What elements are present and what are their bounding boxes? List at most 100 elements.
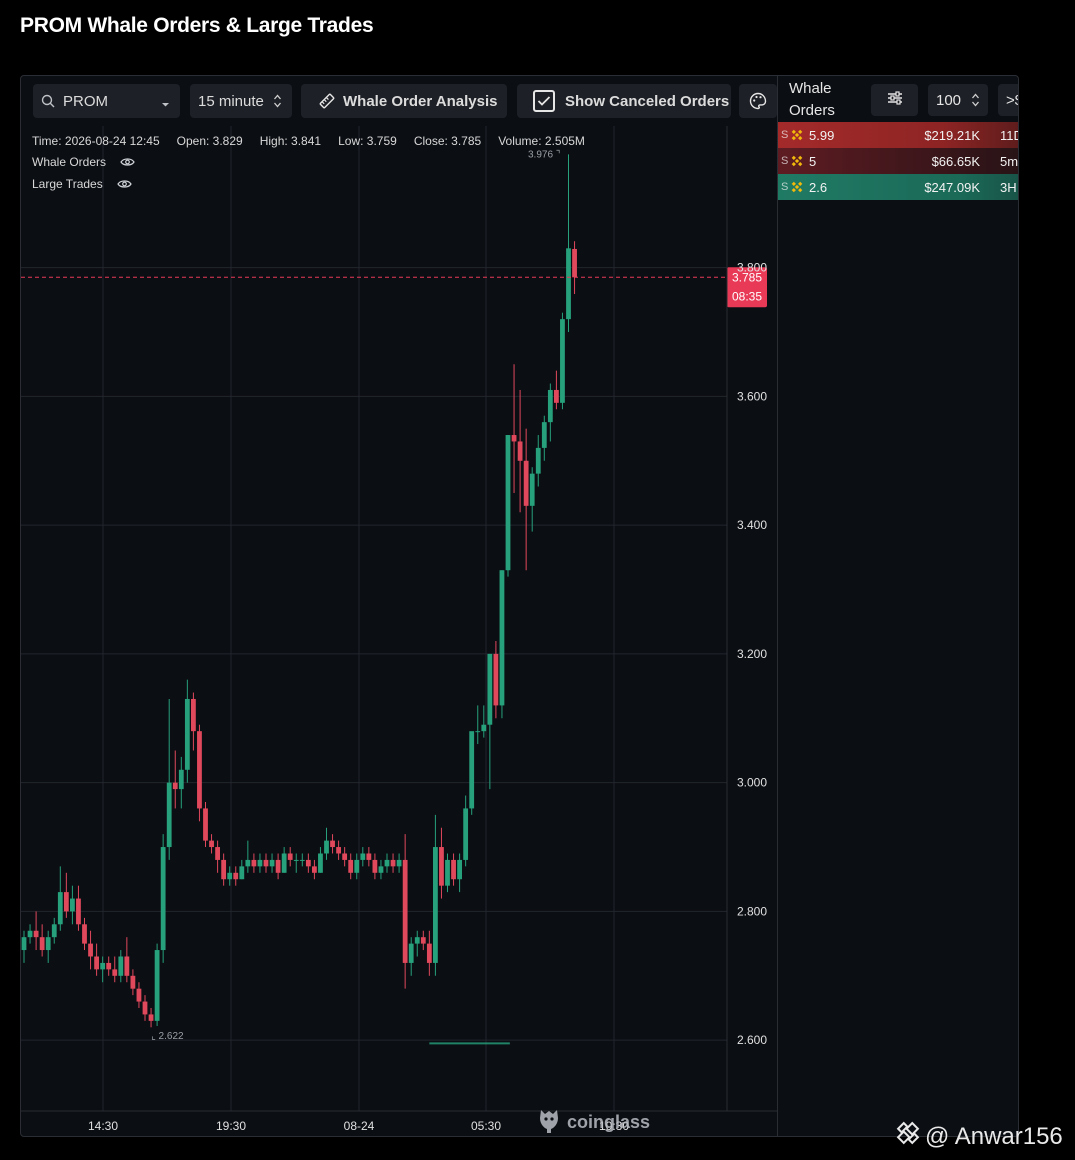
- filter-settings-button[interactable]: [871, 84, 918, 116]
- candle-body: [63, 892, 69, 912]
- legend-high: High: 3.841: [259, 134, 322, 148]
- x-tick-label: 19:30: [216, 1119, 246, 1133]
- candle-body: [342, 853, 348, 860]
- eye-icon[interactable]: [120, 157, 135, 167]
- candle-series: [21, 154, 577, 1028]
- x-tick-label: 05:30: [471, 1119, 501, 1133]
- y-tick-label: 2.600: [737, 1033, 767, 1047]
- candle-body: [142, 1001, 148, 1015]
- whale-order-analysis-button[interactable]: Whale Order Analysis: [301, 84, 507, 118]
- order-value: $219.21K: [924, 127, 980, 143]
- binance-square-icon: [895, 1120, 921, 1153]
- order-age: 3H 12m: [1000, 179, 1018, 195]
- candle-body: [426, 943, 432, 963]
- order-side: S: [781, 181, 789, 193]
- candle-body: [203, 808, 208, 841]
- candle-body: [21, 937, 27, 951]
- row-count-select[interactable]: 100: [928, 84, 988, 116]
- candlestick-chart[interactable]: 3.976 ⌝ ⌞ 2.622 3.785 08:35 3.800 3.600 3.400…: [21, 126, 777, 1137]
- binance-coin-icon: [790, 180, 804, 197]
- whale-order-row[interactable]: S 5 $66.65K 5m 58s: [778, 148, 1018, 174]
- candle-body: [487, 653, 493, 725]
- whale-order-row[interactable]: S 5.99 $219.21K 11D 20H: [778, 122, 1018, 148]
- legend-volume: Volume: 2.505M: [498, 134, 585, 148]
- price-annotations: 3.976 ⌝⌞ 2.6223.78508:35: [21, 149, 767, 1042]
- x-tick-label: 08-24: [344, 1119, 375, 1133]
- checkbox-checked-icon[interactable]: [533, 90, 555, 112]
- candle-body: [523, 460, 529, 506]
- layer-large-trades-label: Large Trades: [32, 177, 103, 191]
- candle-body: [184, 698, 190, 770]
- whale-order-row[interactable]: S 2.6 $247.09K 3H 12m: [778, 174, 1018, 200]
- candle-body: [384, 859, 390, 867]
- interval-value: 15 minute: [198, 92, 264, 110]
- candle-body: [221, 859, 227, 880]
- candle-body: [463, 808, 469, 860]
- candle-body: [541, 422, 547, 448]
- eye-icon[interactable]: [117, 179, 132, 189]
- candle-body: [566, 248, 571, 320]
- symbol-value: PROM: [63, 92, 108, 110]
- legend-close: Close: 3.785: [413, 134, 482, 148]
- candle-body: [318, 853, 323, 873]
- max-price-label: 3.976 ⌝: [528, 149, 561, 160]
- candle-body: [469, 731, 475, 809]
- theme-palette-button[interactable]: [739, 84, 777, 118]
- candle-body: [269, 859, 275, 867]
- chart-toolbar: PROM 15 minute Whale Order Analysis Show…: [21, 76, 777, 126]
- candle-body: [336, 847, 341, 854]
- candle-body: [118, 956, 124, 976]
- candle-body: [354, 859, 360, 873]
- search-icon: [41, 94, 55, 108]
- canceled-label: Show Canceled Orders: [565, 92, 730, 110]
- candle-body: [481, 724, 487, 732]
- side-panel-title: Whale Orders: [789, 80, 835, 119]
- coinglass-logo-icon: [537, 1106, 561, 1136]
- layer-large-trades[interactable]: Large Trades: [32, 177, 132, 191]
- candle-body: [505, 435, 511, 571]
- order-side: S: [781, 129, 789, 141]
- candle-body: [293, 859, 299, 861]
- candle-body: [445, 859, 450, 886]
- candle-body: [312, 866, 317, 873]
- y-tick-label: 3.000: [737, 776, 767, 790]
- candle-body: [554, 389, 559, 403]
- candle-body: [45, 937, 51, 951]
- candle-body: [197, 731, 202, 809]
- show-canceled-orders-toggle[interactable]: Show Canceled Orders: [517, 84, 731, 118]
- candle-body: [82, 924, 87, 944]
- whale-orders-panel: PROM 15 minute Whale Order Analysis Show…: [20, 75, 1019, 1137]
- candle-body: [560, 319, 565, 403]
- candle-body: [94, 956, 99, 970]
- candle-body: [366, 853, 372, 860]
- candle-body: [130, 975, 136, 989]
- row-count-value: 100: [936, 91, 962, 109]
- candle-body: [172, 782, 178, 790]
- y-tick-label: 3.800: [737, 261, 767, 275]
- candle-body: [299, 859, 305, 861]
- symbol-search-select[interactable]: PROM: [33, 84, 180, 118]
- y-tick-label: 3.600: [737, 389, 767, 403]
- min-value-select[interactable]: >$10.0: [998, 84, 1018, 116]
- candle-body: [27, 930, 33, 938]
- candle-body: [330, 840, 335, 848]
- y-tick-label: 3.200: [737, 647, 767, 661]
- candle-body: [154, 950, 160, 1021]
- layer-whale-orders[interactable]: Whale Orders: [32, 155, 135, 169]
- candle-body: [51, 924, 57, 938]
- analysis-label: Whale Order Analysis: [343, 92, 498, 110]
- candle-body: [402, 859, 408, 963]
- order-price: 5.99: [809, 127, 835, 143]
- order-side: S: [781, 155, 789, 167]
- candle-body: [209, 840, 214, 848]
- min-value: >$10.0: [1006, 91, 1018, 109]
- chart-canvas[interactable]: 3.976 ⌝⌞ 2.6223.78508:35 3.8003.6003.400…: [21, 126, 777, 1137]
- candle-body: [124, 956, 130, 976]
- whale-orders-list-panel: Whale Orders 100 >$10.0 S 5.99 $219.21K 11D…: [777, 76, 1018, 1136]
- candle-body: [148, 1014, 154, 1021]
- candle-body: [136, 988, 142, 1002]
- candle-body: [348, 859, 354, 873]
- candle-body: [517, 441, 523, 461]
- layer-whale-orders-label: Whale Orders: [32, 155, 107, 169]
- interval-select[interactable]: 15 minute: [190, 84, 292, 118]
